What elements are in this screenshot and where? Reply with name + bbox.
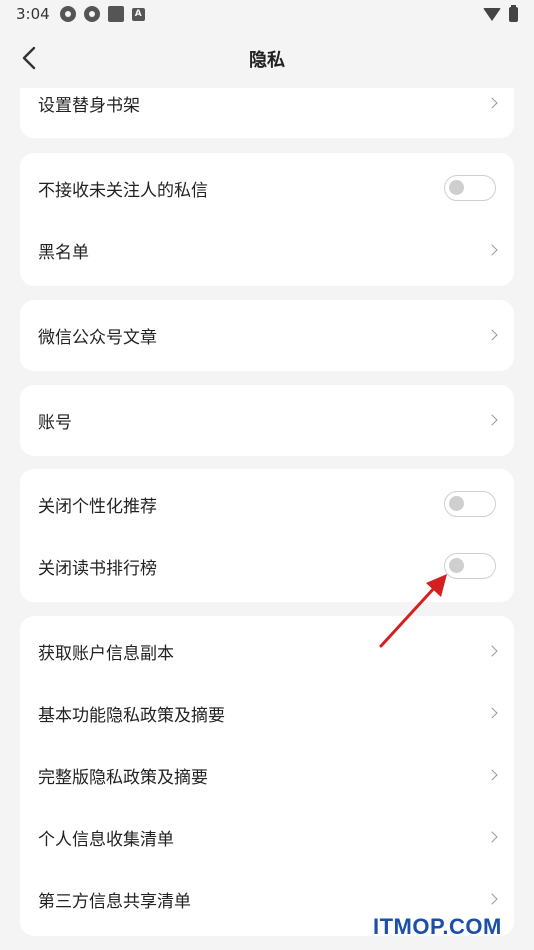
settings-group: 设置替身书架	[20, 88, 514, 138]
row-proxy-bookshelf[interactable]: 设置替身书架	[20, 88, 514, 134]
row-label: 微信公众号文章	[38, 327, 157, 348]
row-disable-reading-rank[interactable]: 关闭读书排行榜	[20, 535, 514, 597]
settings-icon	[83, 6, 100, 22]
toggle-switch[interactable]	[444, 553, 496, 579]
status-right	[483, 4, 518, 22]
chevron-right-icon	[486, 97, 498, 109]
chevron-right-icon	[486, 329, 498, 341]
row-label: 关闭个性化推荐	[38, 496, 157, 517]
a-icon: A	[131, 7, 145, 21]
settings-group: 不接收未关注人的私信 黑名单	[20, 153, 514, 286]
toggle-knob	[449, 496, 464, 511]
chevron-right-icon	[486, 707, 498, 719]
chevron-right-icon	[486, 893, 498, 905]
chevron-right-icon	[486, 645, 498, 657]
settings-group: 微信公众号文章	[20, 300, 514, 371]
settings-group: 获取账户信息副本 基本功能隐私政策及摘要 完整版隐私政策及摘要 个人信息收集清单…	[20, 616, 514, 936]
row-label: 获取账户信息副本	[38, 643, 174, 664]
row-label: 关闭读书排行榜	[38, 558, 157, 579]
row-wechat-articles[interactable]: 微信公众号文章	[20, 304, 514, 366]
row-label: 完整版隐私政策及摘要	[38, 767, 208, 788]
row-disable-personalized-recommend[interactable]: 关闭个性化推荐	[20, 473, 514, 535]
settings-icon	[59, 6, 76, 22]
watermark: ITMOP.COM	[373, 914, 502, 939]
wifi-icon	[483, 7, 501, 21]
chevron-right-icon	[486, 244, 498, 256]
square-icon	[107, 6, 124, 22]
settings-group: 账号	[20, 385, 514, 456]
row-personal-info-list[interactable]: 个人信息收集清单	[20, 806, 514, 868]
chevron-right-icon	[486, 831, 498, 843]
chevron-right-icon	[486, 769, 498, 781]
toggle-knob	[449, 180, 464, 195]
row-label: 黑名单	[38, 242, 89, 263]
row-label: 第三方信息共享清单	[38, 891, 191, 912]
row-full-privacy-policy[interactable]: 完整版隐私政策及摘要	[20, 744, 514, 806]
row-label: 设置替身书架	[38, 95, 140, 116]
row-account[interactable]: 账号	[20, 389, 514, 451]
toggle-switch[interactable]	[444, 491, 496, 517]
status-time: 3:04	[16, 5, 50, 23]
settings-group: 关闭个性化推荐 关闭读书排行榜	[20, 469, 514, 602]
status-bar: 3:04 A	[0, 0, 534, 28]
row-account-info-copy[interactable]: 获取账户信息副本	[20, 620, 514, 682]
page-title: 隐私	[249, 50, 285, 71]
battery-icon	[509, 4, 518, 22]
row-block-stranger-messages[interactable]: 不接收未关注人的私信	[20, 157, 514, 219]
row-label: 不接收未关注人的私信	[38, 180, 208, 201]
row-label: 账号	[38, 412, 72, 433]
row-blacklist[interactable]: 黑名单	[20, 219, 514, 281]
toggle-knob	[449, 558, 464, 573]
row-basic-privacy-policy[interactable]: 基本功能隐私政策及摘要	[20, 682, 514, 744]
nav-bar: 隐私	[0, 28, 534, 88]
row-label: 个人信息收集清单	[38, 829, 174, 850]
toggle-switch[interactable]	[444, 175, 496, 201]
row-label: 基本功能隐私政策及摘要	[38, 705, 225, 726]
chevron-right-icon	[486, 414, 498, 426]
